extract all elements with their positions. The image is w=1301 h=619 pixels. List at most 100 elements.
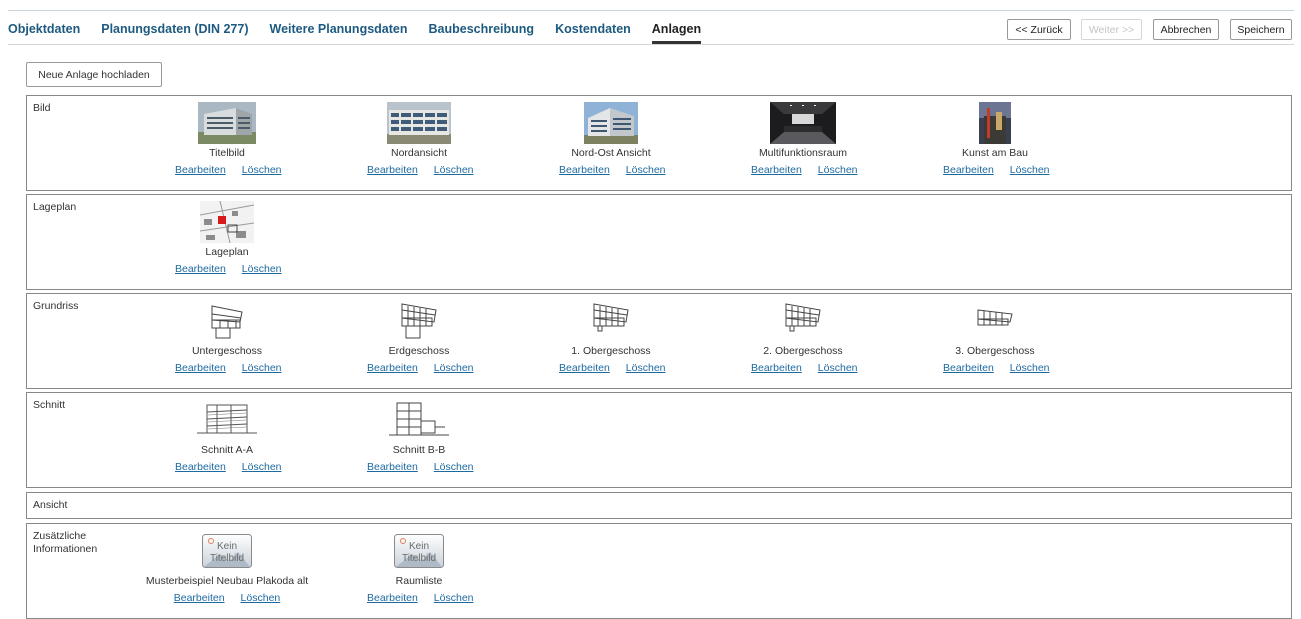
floor-plan-icon [593,303,629,332]
thumbnail[interactable]: Kein Titelbild [359,530,479,572]
tab-objektdaten[interactable]: Objektdaten [8,22,80,44]
attachment-caption: Multifunktionsraum [758,147,848,159]
attachment-item: Lageplan Bearbeiten Löschen [167,201,287,275]
delete-link[interactable]: Löschen [434,592,474,604]
thumbnail[interactable] [551,300,671,342]
upload-attachment-button[interactable]: Neue Anlage hochladen [26,62,162,87]
back-button[interactable]: << Zurück [1007,19,1071,40]
placeholder-line1: Kein [409,541,429,552]
attachment-caption: Nordansicht [390,147,448,159]
no-image-icon: KeinTitelbild [394,534,444,568]
attachment-item: 3. Obergeschoss Bearbeiten Löschen [935,300,1055,374]
section-grundriss: Grundriss Untergeschoss Bearbeiten Lösche… [26,293,1292,389]
delete-link[interactable]: Löschen [242,263,282,275]
thumbnail[interactable] [743,300,863,342]
tab-anlagen[interactable]: Anlagen [651,22,702,44]
placeholder-line2: Titelbild [402,553,436,564]
thumbnail[interactable] [359,399,479,441]
thumbnail[interactable] [359,300,479,342]
edit-link[interactable]: Bearbeiten [174,592,225,604]
facade-photo-icon [387,102,451,144]
attachment-item: Schnitt A-A Bearbeiten Löschen [167,399,287,473]
tab-weitere-planungsdaten[interactable]: Weitere Planungsdaten [270,22,408,44]
tab-kostendaten[interactable]: Kostendaten [555,22,631,44]
section-label: Grundriss [33,300,79,312]
edit-link[interactable]: Bearbeiten [559,164,610,176]
thumbnail[interactable] [935,300,1055,342]
section-label: Ansicht [33,499,68,511]
thumbnail[interactable] [359,102,479,144]
tab-bar: Objektdaten Planungsdaten (DIN 277) Weit… [8,11,722,44]
attachment-caption: Erdgeschoss [388,345,450,357]
floor-plan-icon [401,303,437,339]
edit-link[interactable]: Bearbeiten [175,362,226,374]
attachment-caption: Untergeschoss [191,345,263,357]
tab-divider [8,44,1294,45]
delete-link[interactable]: Löschen [434,362,474,374]
delete-link[interactable]: Löschen [242,461,282,473]
edit-link[interactable]: Bearbeiten [175,164,226,176]
section-schnitt: Schnitt Schnitt A-A Bearbeiten Löschen Sc… [26,392,1292,488]
edit-link[interactable]: Bearbeiten [943,164,994,176]
attachment-item: Nord-Ost Ansicht Bearbeiten Löschen [551,102,671,176]
thumbnail[interactable] [167,102,287,144]
attachment-caption: Lageplan [205,246,249,258]
edit-link[interactable]: Bearbeiten [175,461,226,473]
next-button[interactable]: Weiter >> [1081,19,1142,40]
building-photo-icon [584,102,638,144]
thumbnail[interactable] [167,399,287,441]
delete-link[interactable]: Löschen [818,164,858,176]
section-drawing-icon [197,404,257,434]
edit-link[interactable]: Bearbeiten [367,362,418,374]
edit-link[interactable]: Bearbeiten [559,362,610,374]
edit-link[interactable]: Bearbeiten [751,164,802,176]
attachment-caption: Raumliste [395,575,443,587]
save-button[interactable]: Speichern [1230,19,1292,40]
thumbnail[interactable] [167,201,287,243]
floor-plan-icon [211,305,243,339]
section-lageplan: Lageplan Lageplan Bearbeiten Löschen [26,194,1292,290]
placeholder-line1: Kein [217,541,237,552]
attachment-caption: Titelbild [209,147,245,159]
section-drawing-icon [389,402,449,436]
tab-planungsdaten[interactable]: Planungsdaten (DIN 277) [101,22,248,44]
thumbnail[interactable] [167,300,287,342]
delete-link[interactable]: Löschen [1010,362,1050,374]
thumbnail[interactable] [743,102,863,144]
edit-link[interactable]: Bearbeiten [943,362,994,374]
delete-link[interactable]: Löschen [626,362,666,374]
attachment-item: 2. Obergeschoss Bearbeiten Löschen [743,300,863,374]
delete-link[interactable]: Löschen [434,461,474,473]
editor-frame: Objektdaten Planungsdaten (DIN 277) Weit… [8,10,1294,619]
artwork-photo-icon [979,102,1011,144]
attachment-item: Kein Titelbild Raumliste Bearbeiten Lösche… [359,530,479,604]
edit-link[interactable]: Bearbeiten [367,461,418,473]
building-photo-icon [198,102,256,144]
delete-link[interactable]: Löschen [1010,164,1050,176]
tab-baubeschreibung[interactable]: Baubeschreibung [429,22,535,44]
edit-link[interactable]: Bearbeiten [175,263,226,275]
attachment-item: Untergeschoss Bearbeiten Löschen [167,300,287,374]
attachment-item: Multifunktionsraum Bearbeiten Löschen [743,102,863,176]
site-plan-icon [200,201,254,243]
delete-link[interactable]: Löschen [242,164,282,176]
delete-link[interactable]: Löschen [241,592,281,604]
section-label: Lageplan [33,201,77,213]
delete-link[interactable]: Löschen [242,362,282,374]
delete-link[interactable]: Löschen [626,164,666,176]
edit-link[interactable]: Bearbeiten [367,592,418,604]
delete-link[interactable]: Löschen [818,362,858,374]
attachment-item: Kunst am Bau Bearbeiten Löschen [935,102,1055,176]
thumbnail[interactable] [935,102,1055,144]
cancel-button[interactable]: Abbrechen [1153,19,1219,40]
attachment-item: Schnitt B-B Bearbeiten Löschen [359,399,479,473]
edit-link[interactable]: Bearbeiten [751,362,802,374]
thumbnail[interactable]: Kein Titelbild [137,530,317,572]
attachment-caption: Nord-Ost Ansicht [571,147,651,159]
delete-link[interactable]: Löschen [434,164,474,176]
attachment-caption: Kunst am Bau [962,147,1028,159]
attachment-item: Erdgeschoss Bearbeiten Löschen [359,300,479,374]
attachment-caption: Musterbeispiel Neubau Plakoda alt [145,575,309,587]
thumbnail[interactable] [551,102,671,144]
edit-link[interactable]: Bearbeiten [367,164,418,176]
